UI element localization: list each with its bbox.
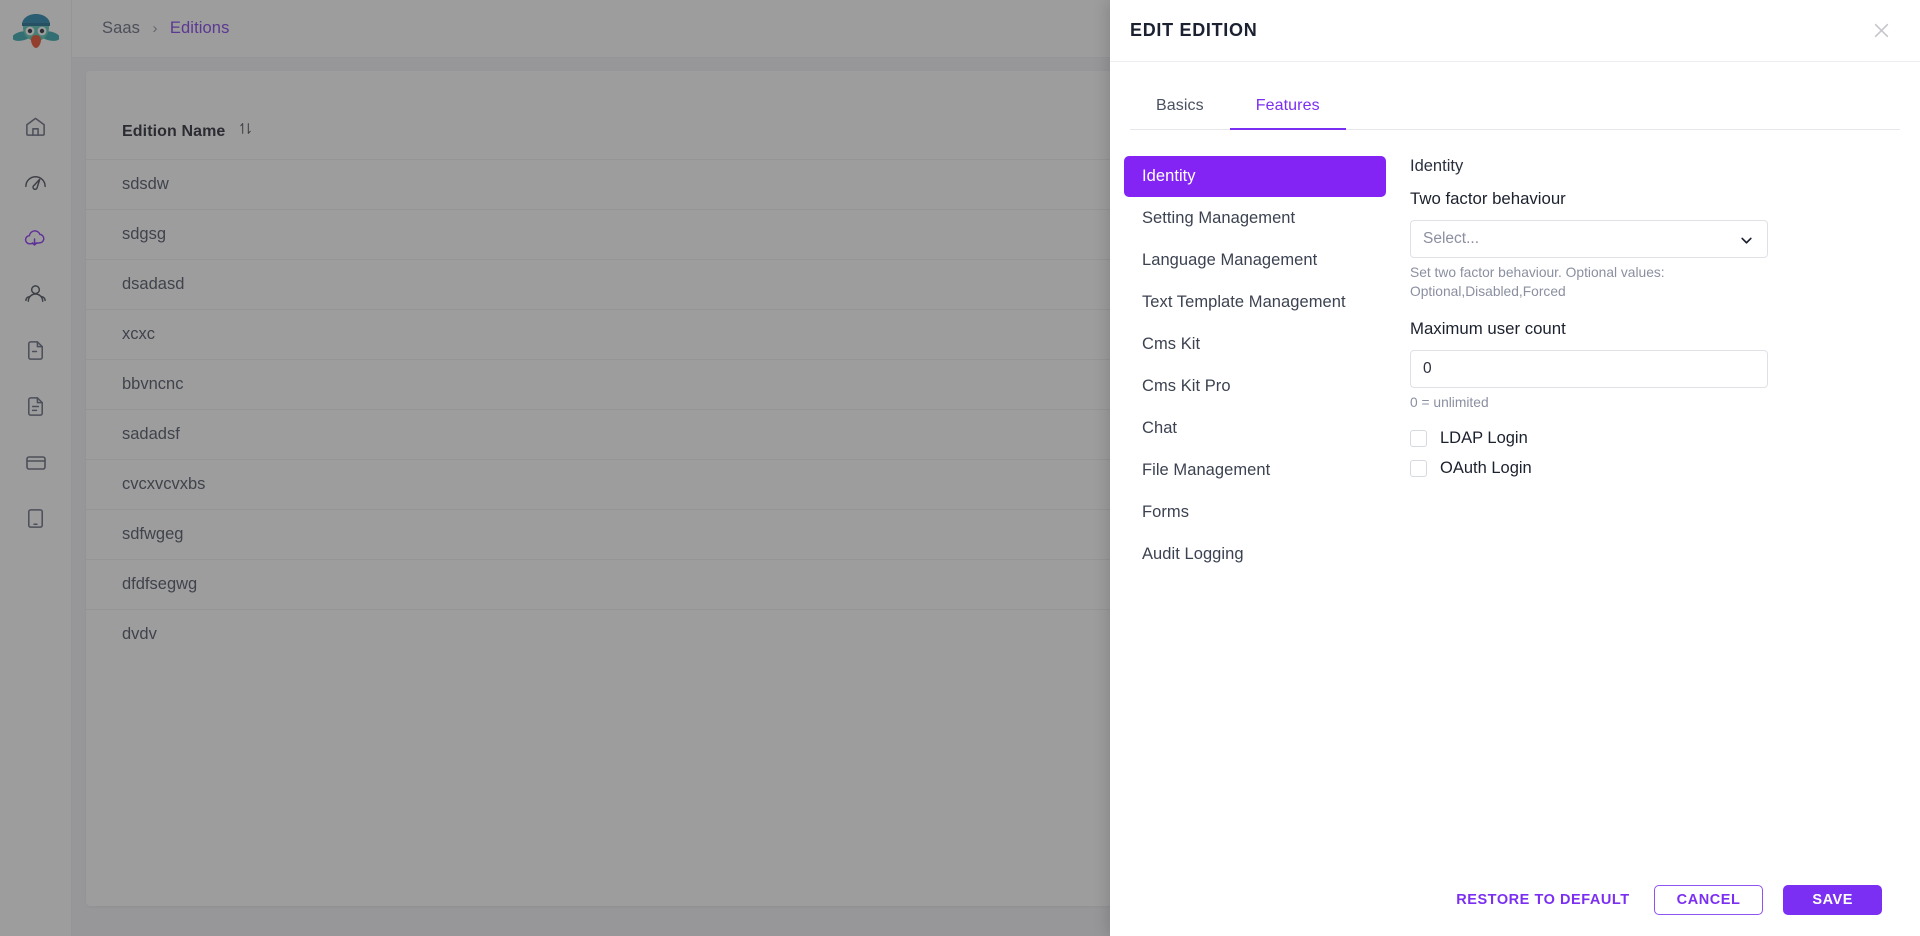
panel-header: EDIT EDITION	[1110, 0, 1920, 62]
two-factor-select[interactable]: Select...	[1410, 220, 1768, 258]
feature-item-audit-logging[interactable]: Audit Logging	[1124, 534, 1386, 575]
panel-footer: RESTORE TO DEFAULT CANCEL SAVE	[1110, 864, 1920, 936]
feature-item-chat[interactable]: Chat	[1124, 408, 1386, 449]
max-user-count-value: 0	[1423, 360, 1432, 377]
two-factor-label: Two factor behaviour	[1410, 189, 1566, 208]
feature-item-identity[interactable]: Identity	[1124, 156, 1386, 197]
close-icon[interactable]	[1866, 16, 1896, 46]
feature-group-list: Identity Setting Management Language Manag…	[1124, 156, 1386, 575]
max-user-count-label: Maximum user count	[1410, 319, 1566, 338]
feature-detail-pane: Identity Two factor behaviour Select... …	[1386, 156, 1900, 575]
checkbox-label: LDAP Login	[1440, 428, 1528, 447]
feature-item-file-management[interactable]: File Management	[1124, 450, 1386, 491]
checkbox-row-oauth-login[interactable]: OAuth Login	[1410, 453, 1900, 483]
max-user-count-hint: 0 = unlimited	[1410, 395, 1489, 410]
two-factor-hint: Set two factor behaviour. Optional value…	[1410, 265, 1665, 299]
max-user-count-input[interactable]: 0	[1410, 350, 1768, 388]
feature-item-text-template-management[interactable]: Text Template Management	[1124, 282, 1386, 323]
cancel-button[interactable]: CANCEL	[1653, 885, 1764, 915]
feature-item-language-management[interactable]: Language Management	[1124, 240, 1386, 281]
checkbox-icon[interactable]	[1410, 459, 1427, 477]
feature-item-cms-kit-pro[interactable]: Cms Kit Pro	[1124, 366, 1386, 407]
feature-item-cms-kit[interactable]: Cms Kit	[1124, 324, 1386, 365]
modal-overlay-scrim[interactable]	[0, 0, 1110, 936]
save-button[interactable]: SAVE	[1783, 885, 1882, 915]
chevron-down-icon	[1739, 233, 1754, 253]
panel-body: Basics Features Identity Setting Managemen…	[1110, 62, 1920, 864]
tab-features[interactable]: Features	[1229, 84, 1346, 130]
checkbox-row-ldap-login[interactable]: LDAP Login	[1410, 423, 1900, 453]
checkbox-icon[interactable]	[1410, 429, 1427, 447]
edit-edition-panel: EDIT EDITION Basics Features Identity Sett…	[1110, 0, 1920, 936]
app-root: Saas › Editions Edition Name sdsdwsdgsgd…	[0, 0, 1920, 936]
feature-item-setting-management[interactable]: Setting Management	[1124, 198, 1386, 239]
feature-item-forms[interactable]: Forms	[1124, 492, 1386, 533]
tab-basics[interactable]: Basics	[1130, 84, 1230, 130]
two-factor-select-placeholder: Select...	[1423, 230, 1479, 247]
panel-title: EDIT EDITION	[1130, 20, 1258, 40]
panel-tabs: Basics Features	[1130, 84, 1900, 130]
feature-checkbox-list: LDAP Login OAuth Login	[1410, 423, 1900, 483]
restore-to-default-button[interactable]: RESTORE TO DEFAULT	[1452, 885, 1633, 915]
features-layout: Identity Setting Management Language Manag…	[1110, 130, 1920, 575]
detail-group-title: Identity	[1410, 157, 1464, 175]
checkbox-label: OAuth Login	[1440, 458, 1532, 477]
